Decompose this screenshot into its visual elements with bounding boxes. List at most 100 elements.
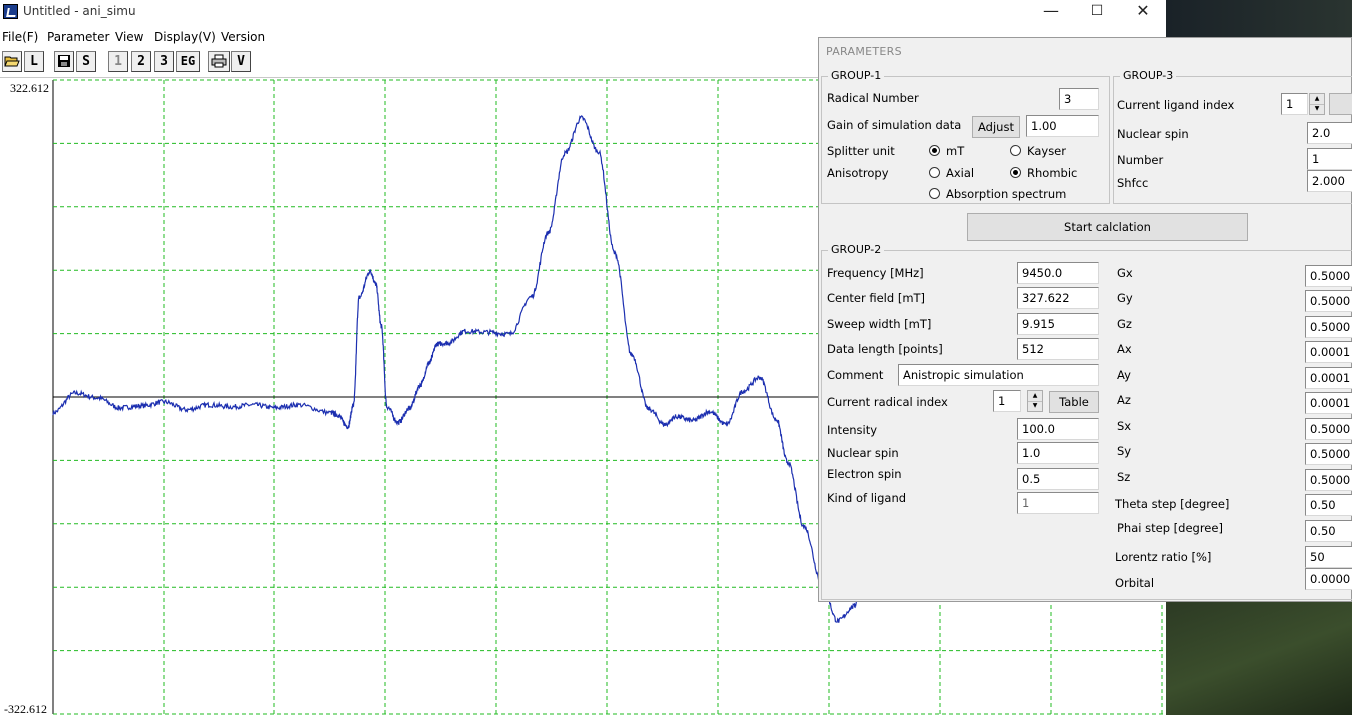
view-1-button[interactable]: 1 <box>108 51 128 72</box>
printer-icon <box>211 54 227 68</box>
theta-step-label: Theta step [degree] <box>1115 497 1230 511</box>
shfcc-input[interactable]: 2.000 <box>1307 170 1352 192</box>
radio-mt[interactable] <box>929 145 940 156</box>
adjust-button[interactable]: Adjust <box>972 116 1020 138</box>
load-button[interactable]: L <box>24 51 44 72</box>
kind-of-ligand-input[interactable]: 1 <box>1017 492 1099 514</box>
save-button[interactable] <box>54 51 74 72</box>
electron-spin-input[interactable]: 0.5 <box>1017 468 1099 490</box>
radical-number-label: Radical Number <box>827 91 919 105</box>
radio-absorption-label: Absorption spectrum <box>946 187 1067 201</box>
frequency-label: Frequency [MHz] <box>827 266 924 280</box>
eg-button[interactable]: EG <box>176 51 200 72</box>
gain-label: Gain of simulation data <box>827 118 962 132</box>
lorentz-ratio-label: Lorentz ratio [%] <box>1115 550 1212 564</box>
comment-input[interactable]: Anistropic simulation <box>898 364 1099 386</box>
radical-index-input[interactable]: 1 <box>993 390 1021 412</box>
app-icon <box>3 4 18 19</box>
data-length-input[interactable]: 512 <box>1017 338 1099 360</box>
number-label: Number <box>1117 153 1164 167</box>
spectrum-series-line <box>52 115 911 623</box>
center-field-input[interactable]: 327.622 <box>1017 287 1099 309</box>
radio-axial-label: Axial <box>946 166 975 180</box>
radio-axial[interactable] <box>929 167 940 178</box>
sx-input[interactable]: 0.5000 <box>1305 418 1352 440</box>
kind-of-ligand-label: Kind of ligand <box>827 491 907 505</box>
radio-absorption[interactable] <box>929 188 940 199</box>
toolbar: L S 1 2 3 EG V <box>0 47 820 78</box>
lorentz-ratio-input[interactable]: 50 <box>1305 546 1352 568</box>
gx-label: Gx <box>1117 266 1133 280</box>
folder-open-icon <box>4 56 20 67</box>
radical-index-spinner[interactable]: ▲ ▼ <box>1027 390 1043 412</box>
menu-version[interactable]: Version <box>221 30 265 44</box>
gz-label: Gz <box>1117 317 1132 331</box>
frequency-input[interactable]: 9450.0 <box>1017 262 1099 284</box>
ligand-index-spinner[interactable]: ▲ ▼ <box>1309 93 1325 115</box>
sz-label: Sz <box>1117 470 1131 484</box>
close-button[interactable]: ✕ <box>1120 0 1166 24</box>
gz-input[interactable]: 0.5000 <box>1305 316 1352 338</box>
theta-step-input[interactable]: 0.50 <box>1305 494 1352 516</box>
floppy-disk-icon <box>58 55 70 67</box>
table-button[interactable]: Table <box>1049 391 1099 413</box>
nuclear-spin-input[interactable]: 1.0 <box>1017 442 1099 464</box>
sy-input[interactable]: 0.5000 <box>1305 443 1352 465</box>
electron-spin-label: Electron spin <box>827 467 902 481</box>
menu-display[interactable]: Display(V) <box>154 30 216 44</box>
ligand-index-label: Current ligand index <box>1117 98 1235 112</box>
sy-label: Sy <box>1117 444 1132 458</box>
group-3-title: GROUP-3 <box>1120 69 1177 82</box>
title-bar: Untitled - ani_simu — ☐ ✕ <box>0 0 1166 24</box>
shfcc-label: Shfcc <box>1117 176 1149 190</box>
menu-view[interactable]: View <box>115 30 143 44</box>
view-3-button[interactable]: 3 <box>154 51 174 72</box>
ligand-extra-button[interactable] <box>1329 93 1352 115</box>
phai-step-input[interactable]: 0.50 <box>1305 520 1352 542</box>
nuclear-spin-label: Nuclear spin <box>827 446 899 460</box>
g3-nuclear-spin-input[interactable]: 2.0 <box>1307 122 1352 144</box>
radio-kayser[interactable] <box>1010 145 1021 156</box>
gy-label: Gy <box>1117 291 1133 305</box>
orbital-label: Orbital <box>1115 576 1155 590</box>
maximize-button[interactable]: ☐ <box>1074 0 1120 24</box>
ay-input[interactable]: 0.0001 <box>1305 367 1352 389</box>
menu-file[interactable]: File(F) <box>2 30 38 44</box>
phai-step-label: Phai step [degree] <box>1117 521 1223 535</box>
ax-input[interactable]: 0.0001 <box>1305 341 1352 363</box>
group-2-title: GROUP-2 <box>828 243 885 256</box>
menu-parameter[interactable]: Parameter <box>47 30 109 44</box>
radio-rhombic[interactable] <box>1010 167 1021 178</box>
minimize-button[interactable]: — <box>1028 0 1074 24</box>
ligand-index-input[interactable]: 1 <box>1281 93 1308 115</box>
orbital-input[interactable]: 0.0000 <box>1305 568 1352 590</box>
radio-rhombic-label: Rhombic <box>1027 166 1078 180</box>
sweep-width-input[interactable]: 9.915 <box>1017 313 1099 335</box>
s-button[interactable]: S <box>76 51 96 72</box>
sx-label: Sx <box>1117 419 1132 433</box>
print-button[interactable] <box>208 51 230 72</box>
gain-input[interactable]: 1.00 <box>1026 115 1099 137</box>
gx-input[interactable]: 0.5000 <box>1305 265 1352 287</box>
radical-index-label: Current radical index <box>827 395 948 409</box>
radio-kayser-label: Kayser <box>1027 144 1066 158</box>
anisotropy-label: Anisotropy <box>827 166 889 180</box>
spin-down-icon[interactable]: ▼ <box>1310 104 1324 114</box>
open-button[interactable] <box>2 51 22 72</box>
gy-input[interactable]: 0.5000 <box>1305 290 1352 312</box>
v-button[interactable]: V <box>231 51 251 72</box>
number-input[interactable]: 1 <box>1307 148 1352 170</box>
data-length-label: Data length [points] <box>827 342 943 356</box>
spin-down-icon[interactable]: ▼ <box>1028 401 1042 411</box>
intensity-input[interactable]: 100.0 <box>1017 418 1099 440</box>
az-input[interactable]: 0.0001 <box>1305 392 1352 414</box>
sz-input[interactable]: 0.5000 <box>1305 469 1352 491</box>
view-2-button[interactable]: 2 <box>131 51 151 72</box>
ax-label: Ax <box>1117 342 1132 356</box>
start-calculation-button[interactable]: Start calclation <box>967 213 1248 241</box>
radio-mt-label: mT <box>946 144 965 158</box>
menu-bar: File(F) Parameter View Display(V) Versio… <box>0 27 820 47</box>
radical-number-input[interactable]: 3 <box>1059 88 1099 110</box>
group-1-title: GROUP-1 <box>828 69 885 82</box>
sweep-width-label: Sweep width [mT] <box>827 317 932 331</box>
